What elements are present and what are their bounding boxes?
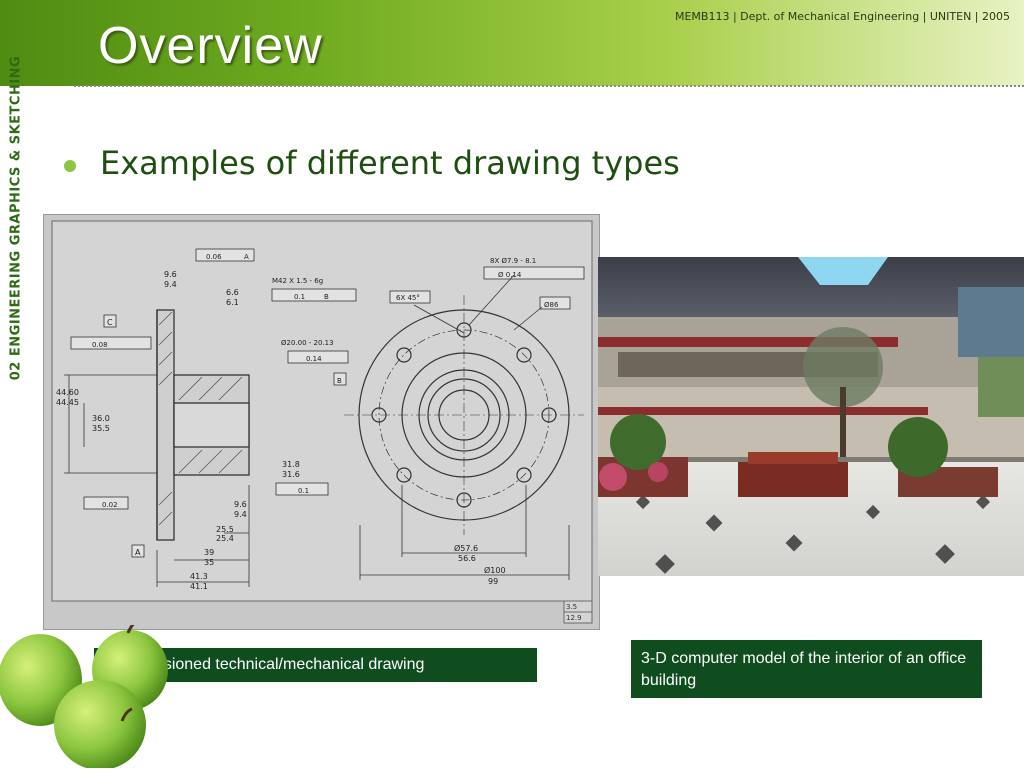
chamfer-callout: 6X 45°	[396, 294, 420, 302]
technical-drawing: 3.5 12.9 44.60 44.45 36.0 35.5 9.6 9.4 6…	[51, 220, 593, 624]
dia-566: 56.6	[458, 554, 476, 563]
apple-icon	[0, 619, 168, 770]
model-caption: 3-D computer model of the interior of an…	[631, 640, 982, 698]
header-divider	[74, 85, 1024, 87]
datum-a-ref: A	[244, 253, 249, 261]
runout-frame: 0.1	[298, 487, 309, 495]
dim-318: 31.8	[282, 460, 300, 469]
datum-c-label: C	[107, 318, 113, 327]
apples-decoration	[0, 619, 200, 770]
datum-b-ref: B	[324, 293, 329, 301]
dim-411: 41.1	[190, 582, 208, 591]
dim-35: 35	[204, 558, 214, 567]
course-info: MEMB113 | Dept. of Mechanical Engineerin…	[674, 10, 1010, 23]
dia-99: 99	[488, 577, 498, 586]
dim-94b: 9.4	[234, 510, 247, 519]
bore-tol: 0.14	[306, 355, 322, 363]
thread-callout: M42 X 1.5 - 6g	[272, 277, 323, 285]
dim-4445: 44.45	[56, 398, 79, 407]
bullet-dot	[64, 160, 76, 172]
perpendicularity-frame: 0.08	[92, 341, 108, 349]
dia-86: Ø86	[544, 301, 559, 309]
vertical-sidebar-label: 02 ENGINEERING GRAPHICS & SKETCHING	[8, 55, 24, 381]
holes-tolerance: Ø 0.14	[498, 271, 522, 279]
dim-39: 39	[204, 548, 214, 557]
dim-96b: 9.6	[234, 500, 247, 509]
slide-title: Overview	[98, 17, 323, 75]
datum-a-label: A	[135, 548, 141, 557]
office-interior-render	[598, 257, 1024, 576]
technical-drawing-figure: 3.5 12.9 44.60 44.45 36.0 35.5 9.6 9.4 6…	[43, 214, 600, 630]
dim-316: 31.6	[282, 470, 300, 479]
dim-96a: 9.6	[164, 270, 177, 279]
bullet-text: Examples of different drawing types	[100, 144, 680, 182]
position-tolerance: 0.1	[294, 293, 305, 301]
holes-callout: 8X Ø7.9 - 8.1	[490, 257, 536, 265]
dim-413: 41.3	[190, 572, 208, 581]
dia-100: Ø100	[484, 565, 506, 575]
dim-4460: 44.60	[56, 388, 79, 397]
bore-dim: Ø20.00 - 20.13	[281, 339, 334, 347]
vertical-sidebar-label-wrap: 02 ENGINEERING GRAPHICS & SKETCHING	[4, 12, 28, 424]
dim-360: 36.0	[92, 414, 110, 423]
sheet-label-a: 3.5	[566, 603, 577, 611]
flatness-frame-2: 0.02	[102, 501, 118, 509]
dim-66: 6.6	[226, 288, 239, 297]
dim-61: 6.1	[226, 298, 239, 307]
dim-355: 35.5	[92, 424, 110, 433]
office-interior-image	[598, 257, 1024, 576]
datum-b-label: B	[337, 377, 342, 385]
dim-94a: 9.4	[164, 280, 177, 289]
flatness-frame: 0.06	[206, 253, 222, 261]
sheet-label-b: 12.9	[566, 614, 582, 622]
dia-576: Ø57.6	[454, 543, 478, 553]
dim-255: 25.5	[216, 525, 234, 534]
dim-254: 25.4	[216, 534, 234, 543]
